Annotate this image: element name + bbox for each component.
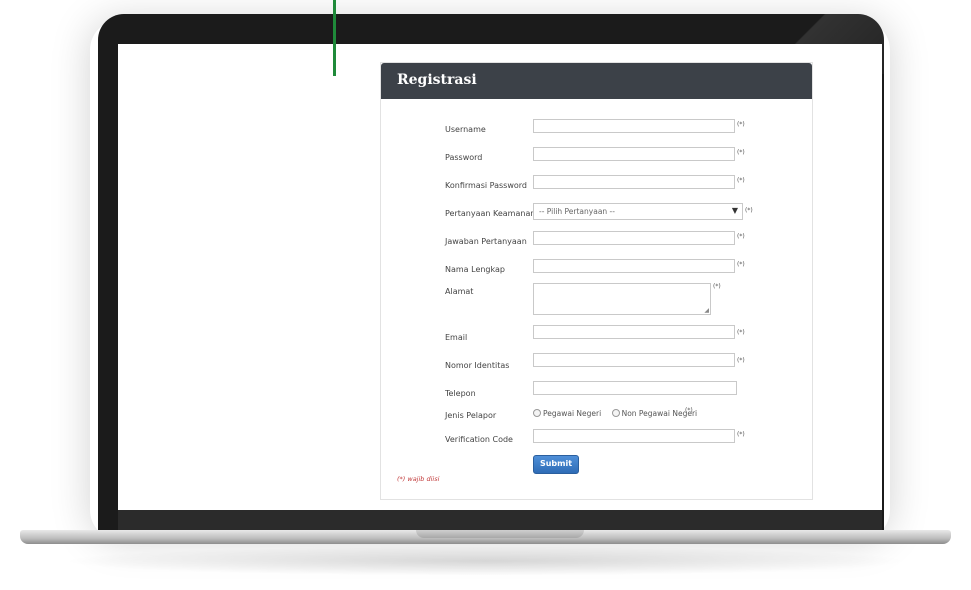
phone-label: Telepon — [445, 389, 476, 398]
green-accent-line — [333, 0, 336, 76]
address-label: Alamat — [445, 287, 474, 296]
id-number-required-mark: (*) — [737, 357, 745, 364]
resize-handle-icon[interactable]: ◢ — [704, 307, 709, 314]
address-required-mark: (*) — [713, 283, 721, 290]
address-textarea[interactable]: ◢ — [533, 283, 711, 315]
radio-button-icon[interactable] — [533, 409, 541, 417]
screen-bottom-bar — [118, 510, 882, 532]
security-question-required-mark: (*) — [745, 207, 753, 214]
submit-button[interactable]: Submit — [533, 455, 579, 474]
verification-code-input[interactable] — [533, 429, 735, 443]
security-answer-label: Jawaban Pertanyaan — [445, 237, 527, 246]
confirm-password-input[interactable] — [533, 175, 735, 189]
panel-header: Registrasi — [381, 63, 812, 99]
username-input[interactable] — [533, 119, 735, 133]
reporter-type-required-mark: (*) — [685, 407, 693, 414]
dropdown-arrow-icon: ▼ — [731, 206, 738, 215]
confirm-password-required-mark: (*) — [737, 177, 745, 184]
required-note: (*) wajib diisi — [397, 475, 440, 483]
username-required-mark: (*) — [737, 121, 745, 128]
full-name-required-mark: (*) — [737, 261, 745, 268]
password-input[interactable] — [533, 147, 735, 161]
reporter-type-radio-group: Pegawai Negeri Non Pegawai Negeri — [533, 409, 705, 418]
password-label: Password — [445, 153, 483, 162]
security-question-label: Pertanyaan Keamanan — [445, 209, 536, 218]
laptop-base-notch — [416, 530, 584, 538]
id-number-input[interactable] — [533, 353, 735, 367]
security-answer-input[interactable] — [533, 231, 735, 245]
security-question-select[interactable]: -- Pilih Pertanyaan -- ▼ — [533, 203, 743, 220]
security-question-selected: -- Pilih Pertanyaan -- — [539, 207, 615, 216]
radio-label: Pegawai Negeri — [543, 409, 602, 418]
laptop-base-shadow — [60, 546, 911, 576]
registration-panel: Registrasi Username (*) Password (*) Kon… — [380, 62, 813, 500]
panel-title: Registrasi — [397, 72, 477, 88]
email-label: Email — [445, 333, 468, 342]
phone-input[interactable] — [533, 381, 737, 395]
radio-option-pegawai-negeri[interactable]: Pegawai Negeri — [533, 409, 601, 418]
email-required-mark: (*) — [737, 329, 745, 336]
reporter-type-label: Jenis Pelapor — [445, 411, 497, 420]
verification-code-required-mark: (*) — [737, 431, 745, 438]
password-required-mark: (*) — [737, 149, 745, 156]
username-label: Username — [445, 125, 486, 134]
verification-code-label: Verification Code — [445, 435, 513, 444]
id-number-label: Nomor Identitas — [445, 361, 510, 370]
email-input[interactable] — [533, 325, 735, 339]
confirm-password-label: Konfirmasi Password — [445, 181, 527, 190]
full-name-input[interactable] — [533, 259, 735, 273]
radio-button-icon[interactable] — [611, 409, 620, 417]
full-name-label: Nama Lengkap — [445, 265, 505, 274]
security-answer-required-mark: (*) — [737, 233, 745, 240]
